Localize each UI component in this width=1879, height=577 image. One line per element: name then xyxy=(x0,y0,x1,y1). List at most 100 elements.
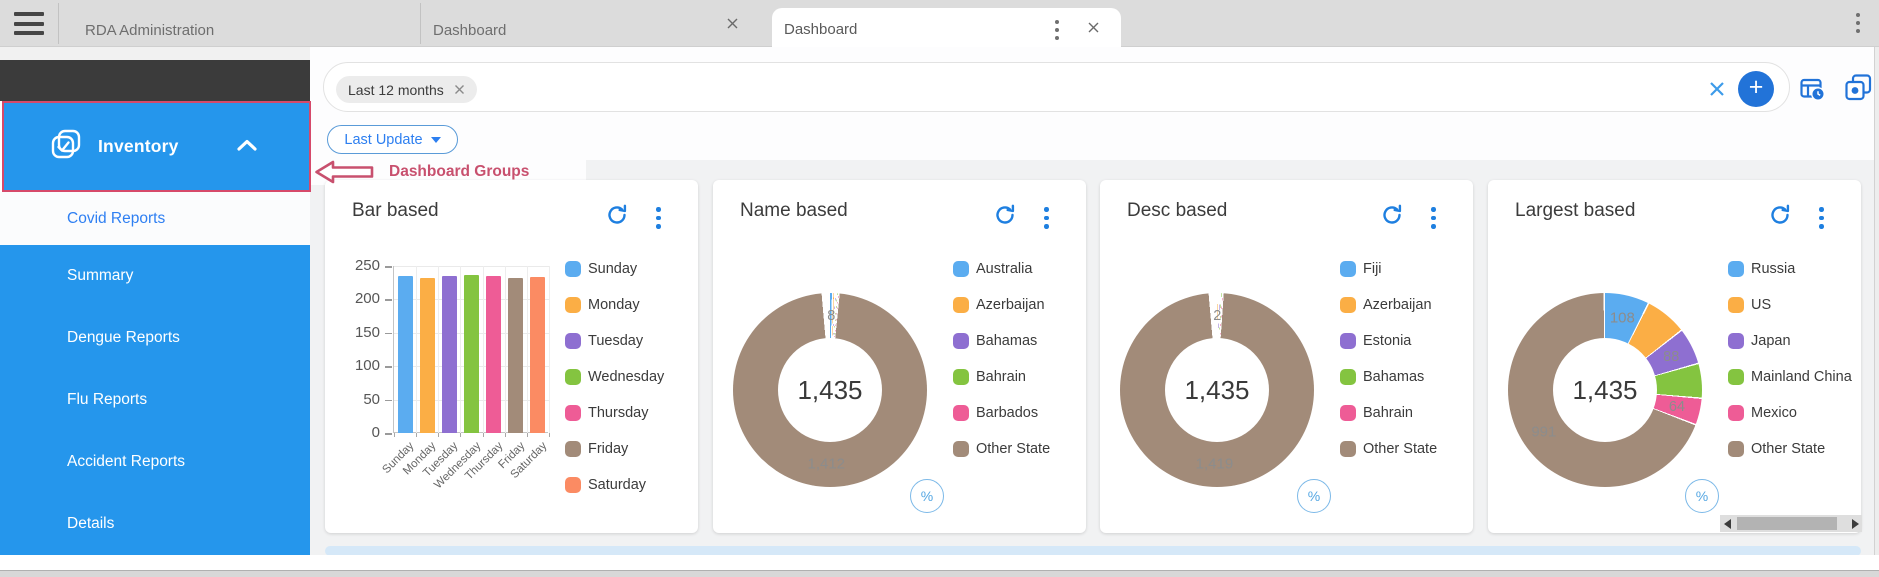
legend-swatch xyxy=(1728,261,1744,277)
card-options-kebab-icon[interactable] xyxy=(656,207,661,229)
tab-rda-administration[interactable]: RDA Administration xyxy=(85,22,214,39)
legend-item-sunday[interactable]: Sunday xyxy=(565,259,637,279)
legend-label: Bahamas xyxy=(976,333,1037,349)
sidebar-group-inventory[interactable]: Inventory xyxy=(2,101,311,192)
tabbar-divider xyxy=(420,3,421,44)
legend-item-other-state[interactable]: Other State xyxy=(953,439,1050,459)
tab-dashboard-1[interactable]: Dashboard xyxy=(433,22,506,39)
legend-item-bahamas[interactable]: Bahamas xyxy=(1340,367,1424,387)
clear-filters-icon[interactable] xyxy=(1708,80,1726,98)
tab-options-kebab-icon[interactable] xyxy=(1055,20,1059,40)
legend-item-azerbaijan[interactable]: Azerbaijan xyxy=(953,295,1045,315)
sidebar-item-details[interactable]: Details xyxy=(0,493,310,555)
card-options-kebab-icon[interactable] xyxy=(1819,207,1824,229)
legend-item-russia[interactable]: Russia xyxy=(1728,259,1795,279)
legend-swatch xyxy=(1728,333,1744,349)
y-axis-tick-mark xyxy=(385,266,392,268)
legend-item-fiji[interactable]: Fiji xyxy=(1340,259,1382,279)
legend-item-friday[interactable]: Friday xyxy=(565,439,628,459)
hamburger-menu-icon[interactable] xyxy=(14,12,44,35)
legend-item-mexico[interactable]: Mexico xyxy=(1728,403,1797,423)
last-update-dropdown[interactable]: Last Update xyxy=(327,125,458,154)
scroll-left-arrow[interactable] xyxy=(1720,515,1734,532)
card-desc-based: Desc basedFijiAzerbaijanEstoniaBahamasBa… xyxy=(1100,180,1473,533)
legend-item-monday[interactable]: Monday xyxy=(565,295,640,315)
sidebar-item-dengue-reports[interactable]: Dengue Reports xyxy=(0,307,310,369)
percent-badge[interactable]: % xyxy=(1297,479,1331,513)
legend-item-estonia[interactable]: Estonia xyxy=(1340,331,1411,351)
tabbar-divider xyxy=(58,3,59,44)
sidebar-item-flu-reports[interactable]: Flu Reports xyxy=(0,369,310,431)
refresh-icon[interactable] xyxy=(1380,203,1404,227)
close-tab-icon[interactable] xyxy=(726,17,739,30)
annotation-dashboard-groups: Dashboard Groups xyxy=(315,159,529,185)
legend-item-australia[interactable]: Australia xyxy=(953,259,1032,279)
filter-chip-last-12-months[interactable]: Last 12 months xyxy=(336,76,477,103)
donut-total: 1,435 xyxy=(1165,338,1269,442)
legend-swatch xyxy=(953,333,969,349)
legend-item-bahrain[interactable]: Bahrain xyxy=(953,367,1026,387)
legend-label: Other State xyxy=(1363,441,1437,457)
legend-item-other-state[interactable]: Other State xyxy=(1340,439,1437,459)
legend-item-us[interactable]: US xyxy=(1728,295,1771,315)
gridline xyxy=(549,266,550,433)
scrollbar-thumb[interactable] xyxy=(1737,517,1837,530)
gridline xyxy=(460,266,461,433)
legend-item-saturday[interactable]: Saturday xyxy=(565,475,646,495)
refresh-icon[interactable] xyxy=(605,203,629,227)
legend-label: Russia xyxy=(1751,261,1795,277)
window-kebab-icon[interactable] xyxy=(1856,13,1860,33)
card-largest-based: Largest basedRussiaUSJapanMainland China… xyxy=(1488,180,1861,533)
legend-item-wednesday[interactable]: Wednesday xyxy=(565,367,664,387)
legend-item-thursday[interactable]: Thursday xyxy=(565,403,648,423)
schedule-grid-icon[interactable] xyxy=(1800,77,1826,107)
percent-badge[interactable]: % xyxy=(910,479,944,513)
vertical-scrollbar-track[interactable] xyxy=(1874,47,1879,570)
slice-value-label: 108 xyxy=(1610,310,1635,327)
percent-badge[interactable]: % xyxy=(1685,479,1719,513)
legend-label: Bahamas xyxy=(1363,369,1424,385)
bar-sunday xyxy=(398,276,413,433)
legend-item-bahrain[interactable]: Bahrain xyxy=(1340,403,1413,423)
legend-label: Friday xyxy=(588,441,628,457)
sidebar-item-summary[interactable]: Summary xyxy=(0,245,310,307)
legend-label: Fiji xyxy=(1363,261,1382,277)
x-axis-tick-mark xyxy=(416,433,417,437)
refresh-icon[interactable] xyxy=(993,203,1017,227)
tab-dashboard-2-active[interactable]: Dashboard xyxy=(772,8,1121,47)
sidebar-item-accident-reports[interactable]: Accident Reports xyxy=(0,431,310,493)
legend-item-other-state[interactable]: Other State xyxy=(1728,439,1825,459)
x-axis-tick-mark xyxy=(438,433,439,437)
add-filter-button[interactable]: + xyxy=(1738,71,1774,107)
slice-value-label: 8 xyxy=(827,308,835,324)
chip-remove-icon[interactable] xyxy=(454,84,465,95)
legend-item-bahamas[interactable]: Bahamas xyxy=(953,331,1037,351)
slice-value-label: 991 xyxy=(1531,423,1556,440)
chevron-up-icon[interactable] xyxy=(237,138,257,156)
card-options-kebab-icon[interactable] xyxy=(1044,207,1049,229)
last-update-label: Last Update xyxy=(344,132,422,148)
scroll-right-arrow[interactable] xyxy=(1848,515,1862,532)
legend-swatch xyxy=(953,441,969,457)
close-tab-icon[interactable] xyxy=(1087,21,1100,34)
refresh-icon[interactable] xyxy=(1768,203,1792,227)
legend-swatch xyxy=(1728,297,1744,313)
gridline xyxy=(394,266,549,267)
legend-label: Monday xyxy=(588,297,640,313)
legend-item-azerbaijan[interactable]: Azerbaijan xyxy=(1340,295,1432,315)
sidebar-item-covid-reports[interactable]: Covid Reports xyxy=(0,192,310,245)
legend-item-mainland-china[interactable]: Mainland China xyxy=(1728,367,1852,387)
slice-value-label: 1,419 xyxy=(1196,455,1234,472)
horizontal-scrollbar[interactable] xyxy=(1720,515,1862,532)
y-axis-tick-label: 200 xyxy=(329,290,380,307)
legend-label: Other State xyxy=(1751,441,1825,457)
legend-swatch xyxy=(565,261,581,277)
legend-item-barbados[interactable]: Barbados xyxy=(953,403,1038,423)
legend-item-japan[interactable]: Japan xyxy=(1728,331,1791,351)
legend-item-tuesday[interactable]: Tuesday xyxy=(565,331,643,351)
legend-swatch xyxy=(1340,261,1356,277)
tab-label: Dashboard xyxy=(784,21,857,38)
scrollbar-track[interactable] xyxy=(1734,515,1848,532)
save-copy-icon[interactable] xyxy=(1845,74,1872,107)
card-options-kebab-icon[interactable] xyxy=(1431,207,1436,229)
